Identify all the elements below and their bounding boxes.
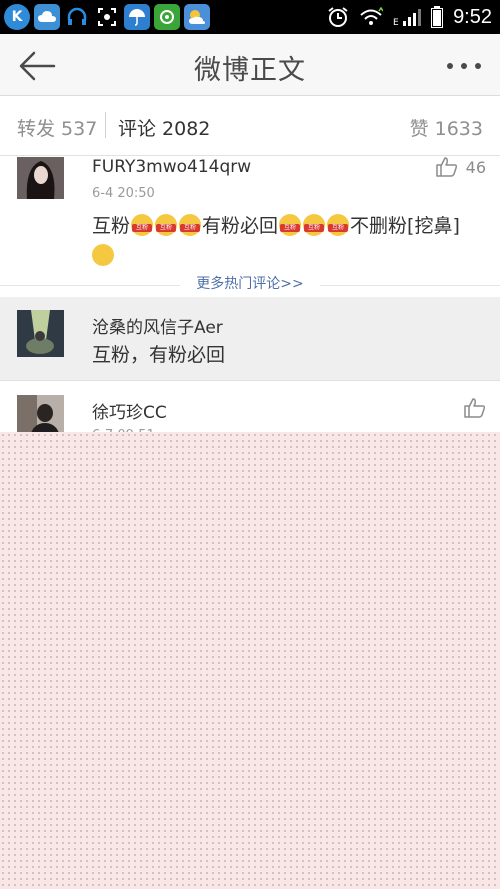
mutual-follow-emoji-icon: 互粉 <box>131 214 154 236</box>
thumbs-up-icon <box>464 398 486 418</box>
comment-author[interactable]: 徐巧珍CC <box>92 398 167 423</box>
comment-author[interactable]: FURY3mwo414qrw <box>92 157 251 177</box>
thumbs-up-icon <box>435 157 457 177</box>
mutual-follow-emoji-icon: 互粉 <box>155 214 178 236</box>
tab-comment[interactable]: 评论 2082 <box>118 114 210 141</box>
divider <box>0 285 180 286</box>
mutual-follow-emoji-icon: 互粉 <box>327 214 350 236</box>
like-count: 46 <box>465 157 486 177</box>
battery-icon <box>431 6 444 28</box>
comment-text-part: 不删粉[挖鼻] <box>350 215 460 237</box>
tab-divider <box>105 112 106 138</box>
comment-author[interactable]: 沧桑的风信子Aer <box>92 313 223 338</box>
headset-icon <box>64 4 90 30</box>
comment-item[interactable]: FURY3mwo414qrw 6-4 20:50 46 互粉 互粉 互粉 互粉 有粉必回… <box>0 157 500 283</box>
status-time: 9:52 <box>453 5 492 28</box>
comment-time: 6-4 20:50 <box>92 186 155 201</box>
avatar[interactable] <box>17 310 64 357</box>
comment-item[interactable]: 沧桑的风信子Aer 互粉，有粉必回 <box>0 297 500 381</box>
umbrella-app-icon <box>124 4 150 30</box>
page-title: 微博正文 <box>194 55 306 86</box>
divider <box>320 285 500 286</box>
alarm-icon <box>328 7 348 27</box>
status-bar: K E 9:52 <box>0 0 500 34</box>
tab-like[interactable]: 赞 1633 <box>410 114 483 141</box>
title-bar: 微博正文 <box>0 34 500 96</box>
more-hot-comments-row: 更多热门评论>> <box>0 273 500 297</box>
wifi-icon <box>360 7 384 25</box>
weather-app-icon <box>184 4 210 30</box>
smile-emoji-icon <box>92 244 114 266</box>
more-options-icon[interactable] <box>446 62 482 70</box>
blank-loading-area <box>0 432 500 889</box>
signal-icon: E <box>393 9 422 27</box>
like-button[interactable]: 46 <box>435 157 486 177</box>
more-hot-comments-link[interactable]: 更多热门评论>> <box>190 273 310 293</box>
cloud-app-icon <box>34 4 60 30</box>
comment-text: 互粉 互粉 互粉 互粉 有粉必回 互粉 互粉 互粉 不删粉[挖鼻] <box>92 211 486 271</box>
k-app-icon: K <box>4 4 30 30</box>
screenshot-icon <box>94 4 120 30</box>
mutual-follow-emoji-icon: 互粉 <box>303 214 326 236</box>
comment-text: 互粉，有粉必回 <box>92 344 226 366</box>
mutual-follow-emoji-icon: 互粉 <box>179 214 202 236</box>
svg-text:E: E <box>393 18 399 27</box>
comment-text-part: 有粉必回 <box>202 215 279 237</box>
green-app-icon <box>154 4 180 30</box>
tab-repost[interactable]: 转发 537 <box>17 114 97 141</box>
like-button[interactable] <box>464 398 486 418</box>
avatar[interactable] <box>17 157 64 199</box>
mutual-follow-emoji-icon: 互粉 <box>279 214 302 236</box>
comment-text-part: 互粉 <box>92 215 131 237</box>
tabs-bar: 转发 537 评论 2082 赞 1633 <box>0 96 500 156</box>
